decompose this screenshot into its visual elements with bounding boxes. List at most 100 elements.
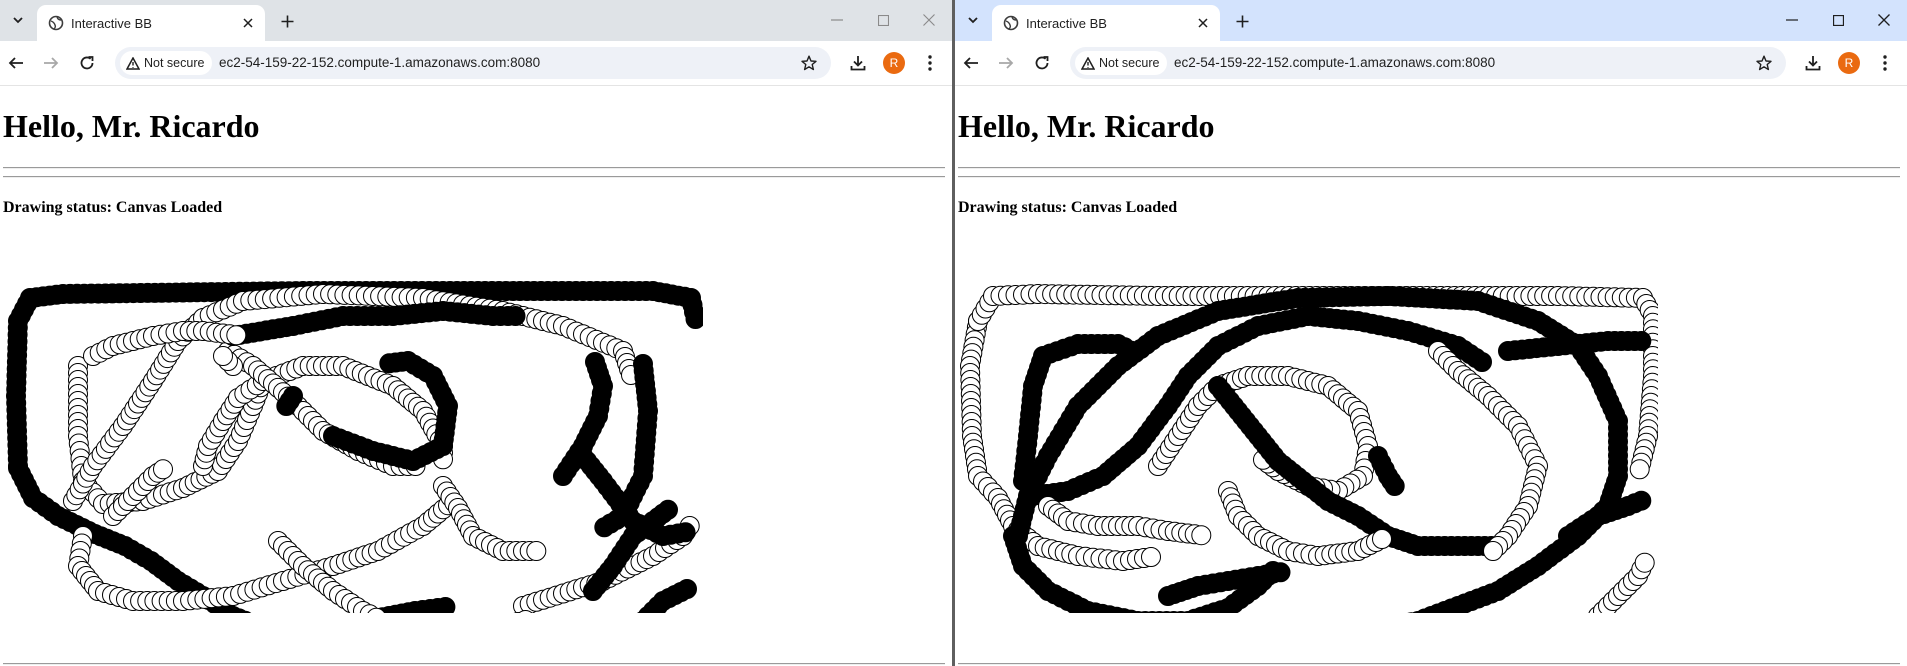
ink-dot-black	[276, 396, 297, 416]
tab-strip: Interactive BB	[955, 0, 1907, 41]
close-tab-button[interactable]	[1192, 12, 1214, 34]
status-value: Canvas Loaded	[1070, 199, 1178, 216]
close-tab-button[interactable]	[237, 12, 259, 34]
page-content: Hello, Mr. Ricardo Drawing status: Canva…	[0, 86, 952, 666]
canvas-strokes	[960, 284, 1658, 613]
tab-search-icon	[968, 17, 978, 24]
profile-avatar[interactable]: R	[1838, 52, 1860, 74]
ink-dot-black	[685, 309, 703, 329]
plus-icon	[1236, 15, 1248, 27]
security-label: Not secure	[144, 56, 205, 70]
greeting-heading: Hello, Mr. Ricardo	[3, 108, 260, 144]
ink-dot-black	[594, 517, 615, 538]
ink-dot-white	[213, 346, 233, 366]
browser-window-right: Interactive BB Not secure ec2-54-159-22-…	[955, 0, 1907, 666]
divider	[3, 167, 945, 169]
new-tab-button[interactable]	[275, 9, 299, 33]
drawing-canvas[interactable]	[958, 236, 1658, 613]
drawing-status: Drawing status: Canvas Loaded	[3, 199, 222, 217]
back-arrow-icon	[8, 57, 23, 69]
address-bar[interactable]: Not secure ec2-54-159-22-152.compute-1.a…	[1070, 47, 1786, 79]
ink-dot-white	[1191, 525, 1212, 546]
download-icon	[850, 56, 866, 71]
tab-search-icon	[13, 17, 23, 24]
canvas-strokes	[6, 281, 703, 613]
close-icon	[1878, 14, 1890, 26]
site-info-chip[interactable]: Not secure	[1075, 51, 1168, 75]
ink-dot-black	[675, 522, 696, 543]
bookmark-button[interactable]	[1752, 51, 1776, 75]
downloads-button[interactable]	[846, 51, 870, 75]
tab-search-button[interactable]	[5, 7, 31, 33]
divider	[958, 176, 1900, 178]
browser-menu-button[interactable]	[918, 51, 942, 75]
close-icon	[923, 14, 935, 26]
minimize-button[interactable]	[1769, 5, 1815, 35]
page-content: Hello, Mr. Ricardo Drawing status: Canva…	[955, 86, 1907, 666]
status-label: Drawing status:	[3, 199, 112, 216]
ink-dot-black	[658, 499, 678, 520]
browser-menu-button[interactable]	[1873, 51, 1897, 75]
close-icon	[243, 18, 253, 28]
back-button[interactable]	[4, 51, 28, 75]
browser-window-left: Interactive BB Not secure ec2-54-159-22-…	[0, 0, 952, 666]
ink-dot-white	[153, 459, 173, 480]
tab-interactive-bb[interactable]: Interactive BB	[992, 5, 1220, 41]
ink-dot-black	[1631, 331, 1652, 351]
security-label: Not secure	[1099, 56, 1160, 70]
divider	[3, 663, 945, 665]
forward-arrow-icon	[44, 57, 59, 69]
back-button[interactable]	[959, 51, 983, 75]
address-bar[interactable]: Not secure ec2-54-159-22-152.compute-1.a…	[115, 47, 831, 79]
tab-search-button[interactable]	[960, 7, 986, 33]
downloads-button[interactable]	[1801, 51, 1825, 75]
reload-button[interactable]	[1030, 51, 1054, 75]
globe-icon	[48, 15, 64, 31]
url-text[interactable]: ec2-54-159-22-152.compute-1.amazonaws.co…	[1174, 55, 1495, 70]
ink-dot-black	[1270, 562, 1291, 583]
reload-button[interactable]	[75, 51, 99, 75]
navigation-toolbar: Not secure ec2-54-159-22-152.compute-1.a…	[955, 41, 1907, 86]
close-window-button[interactable]	[1861, 5, 1907, 35]
tab-title: Interactive BB	[1026, 16, 1107, 31]
ink-dot-white	[1634, 552, 1655, 573]
profile-avatar[interactable]: R	[883, 52, 905, 74]
ink-dot-black	[677, 579, 697, 599]
url-text[interactable]: ec2-54-159-22-152.compute-1.amazonaws.co…	[219, 55, 540, 70]
site-info-chip[interactable]: Not secure	[120, 51, 213, 75]
tab-strip: Interactive BB	[0, 0, 952, 41]
maximize-button[interactable]	[1815, 5, 1861, 35]
ink-dot-white	[1372, 529, 1392, 549]
download-icon	[1805, 56, 1821, 71]
ink-dot-black	[585, 352, 605, 372]
ink-dot-black	[1472, 352, 1492, 372]
forward-button[interactable]	[994, 51, 1018, 75]
bookmark-button[interactable]	[797, 51, 821, 75]
minimize-icon	[831, 19, 843, 21]
ink-dot-black	[1631, 490, 1652, 511]
ink-dot-white	[526, 541, 547, 561]
drawing-status: Drawing status: Canvas Loaded	[958, 199, 1177, 217]
ink-dot-black	[379, 353, 400, 374]
star-icon	[1756, 55, 1772, 71]
maximize-button[interactable]	[860, 5, 906, 35]
minimize-button[interactable]	[814, 5, 860, 35]
warning-icon	[126, 56, 140, 70]
tab-interactive-bb[interactable]: Interactive BB	[37, 5, 265, 41]
navigation-toolbar: Not secure ec2-54-159-22-152.compute-1.a…	[0, 41, 952, 86]
forward-button[interactable]	[39, 51, 63, 75]
reload-icon	[80, 56, 94, 70]
ink-dot-white	[1483, 541, 1503, 561]
close-icon	[1198, 18, 1208, 28]
reload-icon	[1035, 56, 1049, 70]
ink-dot-black	[1384, 476, 1405, 496]
back-arrow-icon	[963, 57, 978, 69]
ink-dot-black	[435, 597, 456, 613]
maximize-icon	[1832, 14, 1844, 26]
status-label: Drawing status:	[958, 199, 1067, 216]
ink-dot-white	[226, 325, 247, 346]
new-tab-button[interactable]	[1230, 9, 1254, 33]
drawing-canvas[interactable]	[3, 236, 703, 613]
status-value: Canvas Loaded	[115, 199, 223, 216]
close-window-button[interactable]	[906, 5, 952, 35]
